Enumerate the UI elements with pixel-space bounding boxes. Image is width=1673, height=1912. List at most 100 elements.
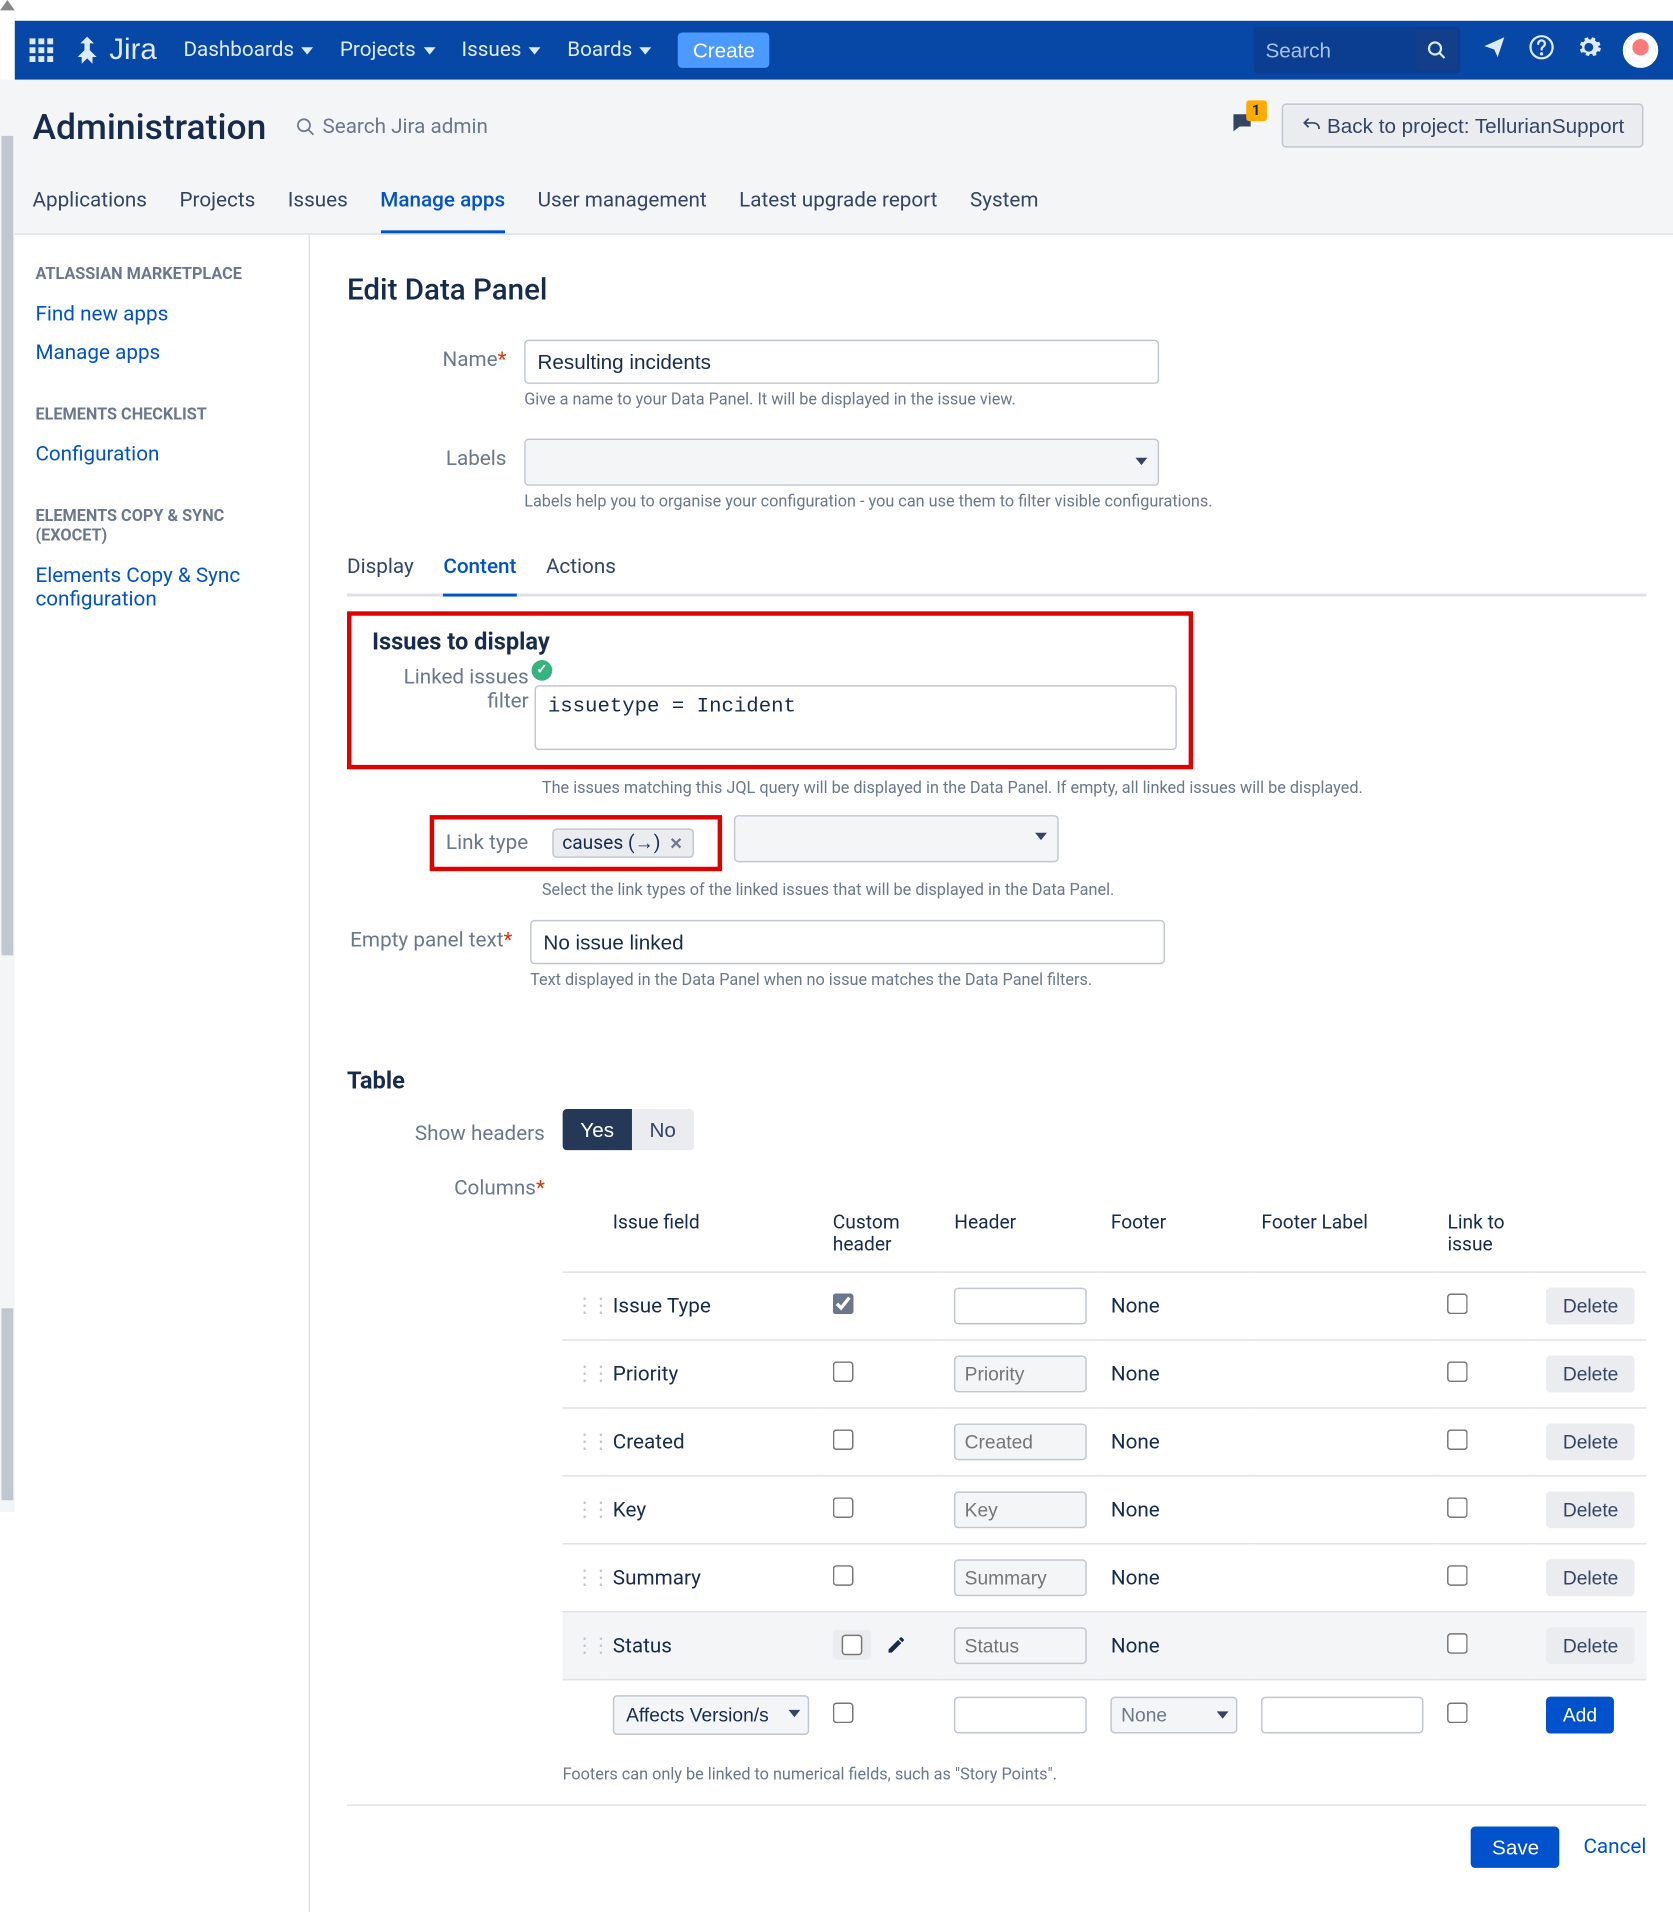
new-footerlabel-input[interactable]: [1261, 1697, 1423, 1734]
drag-handle-icon[interactable]: [574, 1294, 589, 1318]
nav-issues[interactable]: Issues: [461, 38, 540, 62]
jql-help: The issues matching this JQL query will …: [542, 778, 1646, 797]
sidebar-item-find-apps[interactable]: Find new apps: [21, 295, 309, 333]
name-label: Name*: [347, 340, 524, 372]
subtab-display[interactable]: Display: [347, 543, 414, 593]
linktoissue-checkbox[interactable]: [1447, 1497, 1468, 1518]
showheaders-no[interactable]: No: [632, 1109, 694, 1150]
footer-cell: None: [1099, 1272, 1250, 1340]
drag-handle-icon[interactable]: [574, 1634, 589, 1658]
page-title: Administration: [32, 106, 266, 147]
global-search-input[interactable]: [1254, 38, 1413, 62]
customheader-checkbox[interactable]: [833, 1497, 854, 1518]
notification-icon[interactable]: 1: [1228, 109, 1258, 144]
drag-handle-icon[interactable]: [574, 1498, 589, 1522]
th-customheader: Custom header: [821, 1203, 942, 1272]
back-to-project-button[interactable]: Back to project: TellurianSupport: [1281, 103, 1643, 147]
header-input[interactable]: [954, 1356, 1087, 1393]
delete-button[interactable]: Delete: [1547, 1356, 1635, 1393]
issues-heading: Issues to display: [372, 628, 1177, 656]
table-row: PriorityNoneDelete: [563, 1340, 1647, 1408]
customheader-checkbox[interactable]: [842, 1635, 863, 1656]
notification-badge: 1: [1246, 100, 1267, 121]
showheaders-yes[interactable]: Yes: [563, 1109, 632, 1150]
global-search[interactable]: [1254, 27, 1461, 74]
add-button[interactable]: Add: [1547, 1697, 1614, 1734]
tab-system[interactable]: System: [970, 177, 1039, 233]
header-input[interactable]: [954, 1491, 1087, 1528]
drag-handle-icon[interactable]: [574, 1362, 589, 1386]
issues-to-display-section: Issues to display Linked issues filter ✓…: [347, 611, 1193, 769]
save-button[interactable]: Save: [1471, 1827, 1559, 1868]
header-input[interactable]: [954, 1423, 1087, 1460]
customheader-checkbox[interactable]: [833, 1564, 854, 1585]
table-row: StatusNoneDelete: [563, 1612, 1647, 1680]
subtab-content[interactable]: Content: [443, 543, 516, 596]
nav-boards[interactable]: Boards: [567, 38, 651, 62]
header-input[interactable]: [954, 1288, 1087, 1325]
drag-handle-icon[interactable]: [574, 1566, 589, 1590]
admin-search[interactable]: Search Jira admin: [296, 115, 488, 139]
drag-handle-icon[interactable]: [574, 1430, 589, 1454]
linktoissue-checkbox[interactable]: [1447, 1293, 1468, 1314]
th-issuefield: Issue field: [601, 1203, 821, 1272]
new-linktoissue-checkbox[interactable]: [1447, 1702, 1468, 1723]
tab-applications[interactable]: Applications: [32, 177, 147, 233]
name-input[interactable]: [524, 340, 1159, 384]
table-row: KeyNoneDelete: [563, 1476, 1647, 1544]
tab-issues[interactable]: Issues: [288, 177, 348, 233]
issuefield-cell: Created: [601, 1408, 821, 1476]
linktoissue-checkbox[interactable]: [1447, 1564, 1468, 1585]
new-issuefield-select[interactable]: Affects Version/s: [613, 1695, 809, 1735]
labels-select[interactable]: [524, 439, 1159, 486]
jql-input[interactable]: issuetype = Incident: [535, 685, 1177, 750]
nav-dashboards[interactable]: Dashboards: [183, 38, 313, 62]
linktoissue-checkbox[interactable]: [1447, 1429, 1468, 1450]
customheader-checkbox[interactable]: [833, 1293, 854, 1314]
cancel-link[interactable]: Cancel: [1583, 1835, 1646, 1859]
remove-chip-icon[interactable]: ✕: [669, 834, 683, 853]
sidebar-item-copy-sync[interactable]: Elements Copy & Sync configuration: [21, 557, 309, 619]
linktype-chip[interactable]: causes (→) ✕: [552, 828, 693, 858]
jql-label: Linked issues filter: [372, 664, 534, 713]
tab-manage-apps[interactable]: Manage apps: [380, 177, 505, 233]
subtab-actions[interactable]: Actions: [546, 543, 616, 593]
delete-button[interactable]: Delete: [1547, 1423, 1635, 1460]
admin-tabs: Applications Projects Issues Manage apps…: [15, 148, 1673, 235]
customheader-checkbox[interactable]: [833, 1429, 854, 1450]
user-avatar[interactable]: [1623, 32, 1658, 67]
new-footer-select[interactable]: None: [1111, 1697, 1238, 1734]
app-switcher-icon[interactable]: [30, 38, 54, 62]
delete-button[interactable]: Delete: [1547, 1627, 1635, 1664]
new-customheader-checkbox[interactable]: [833, 1702, 854, 1723]
help-icon[interactable]: [1528, 34, 1555, 66]
linktoissue-checkbox[interactable]: [1447, 1361, 1468, 1382]
header-input[interactable]: [954, 1627, 1087, 1664]
sidebar: ATLASSIAN MARKETPLACE Find new apps Mana…: [15, 235, 310, 1912]
sidebar-item-manage-apps[interactable]: Manage apps: [21, 334, 309, 372]
chevron-down-icon: [301, 47, 313, 54]
empty-panel-input[interactable]: [530, 920, 1165, 964]
customheader-checkbox[interactable]: [833, 1361, 854, 1382]
linktype-select[interactable]: [734, 815, 1059, 862]
columns-table: Issue field Custom header Header Footer …: [563, 1203, 1647, 1749]
create-button[interactable]: Create: [678, 32, 770, 67]
delete-button[interactable]: Delete: [1547, 1559, 1635, 1596]
global-nav: Jira Dashboards Projects Issues Boards C…: [15, 21, 1673, 80]
sidebar-item-configuration[interactable]: Configuration: [21, 436, 309, 474]
tab-user-management[interactable]: User management: [538, 177, 707, 233]
search-icon[interactable]: [1416, 30, 1457, 71]
edit-icon[interactable]: [886, 1638, 907, 1662]
nav-projects[interactable]: Projects: [340, 38, 435, 62]
feedback-icon[interactable]: [1481, 34, 1508, 66]
tab-upgrade-report[interactable]: Latest upgrade report: [739, 177, 937, 233]
linktoissue-checkbox[interactable]: [1447, 1632, 1468, 1653]
new-header-input[interactable]: [954, 1697, 1087, 1734]
jira-logo[interactable]: Jira: [71, 33, 157, 67]
tab-projects[interactable]: Projects: [179, 177, 255, 233]
delete-button[interactable]: Delete: [1547, 1288, 1635, 1325]
issuefield-cell: Key: [601, 1476, 821, 1544]
header-input[interactable]: [954, 1559, 1087, 1596]
delete-button[interactable]: Delete: [1547, 1491, 1635, 1528]
settings-icon[interactable]: [1576, 34, 1603, 66]
